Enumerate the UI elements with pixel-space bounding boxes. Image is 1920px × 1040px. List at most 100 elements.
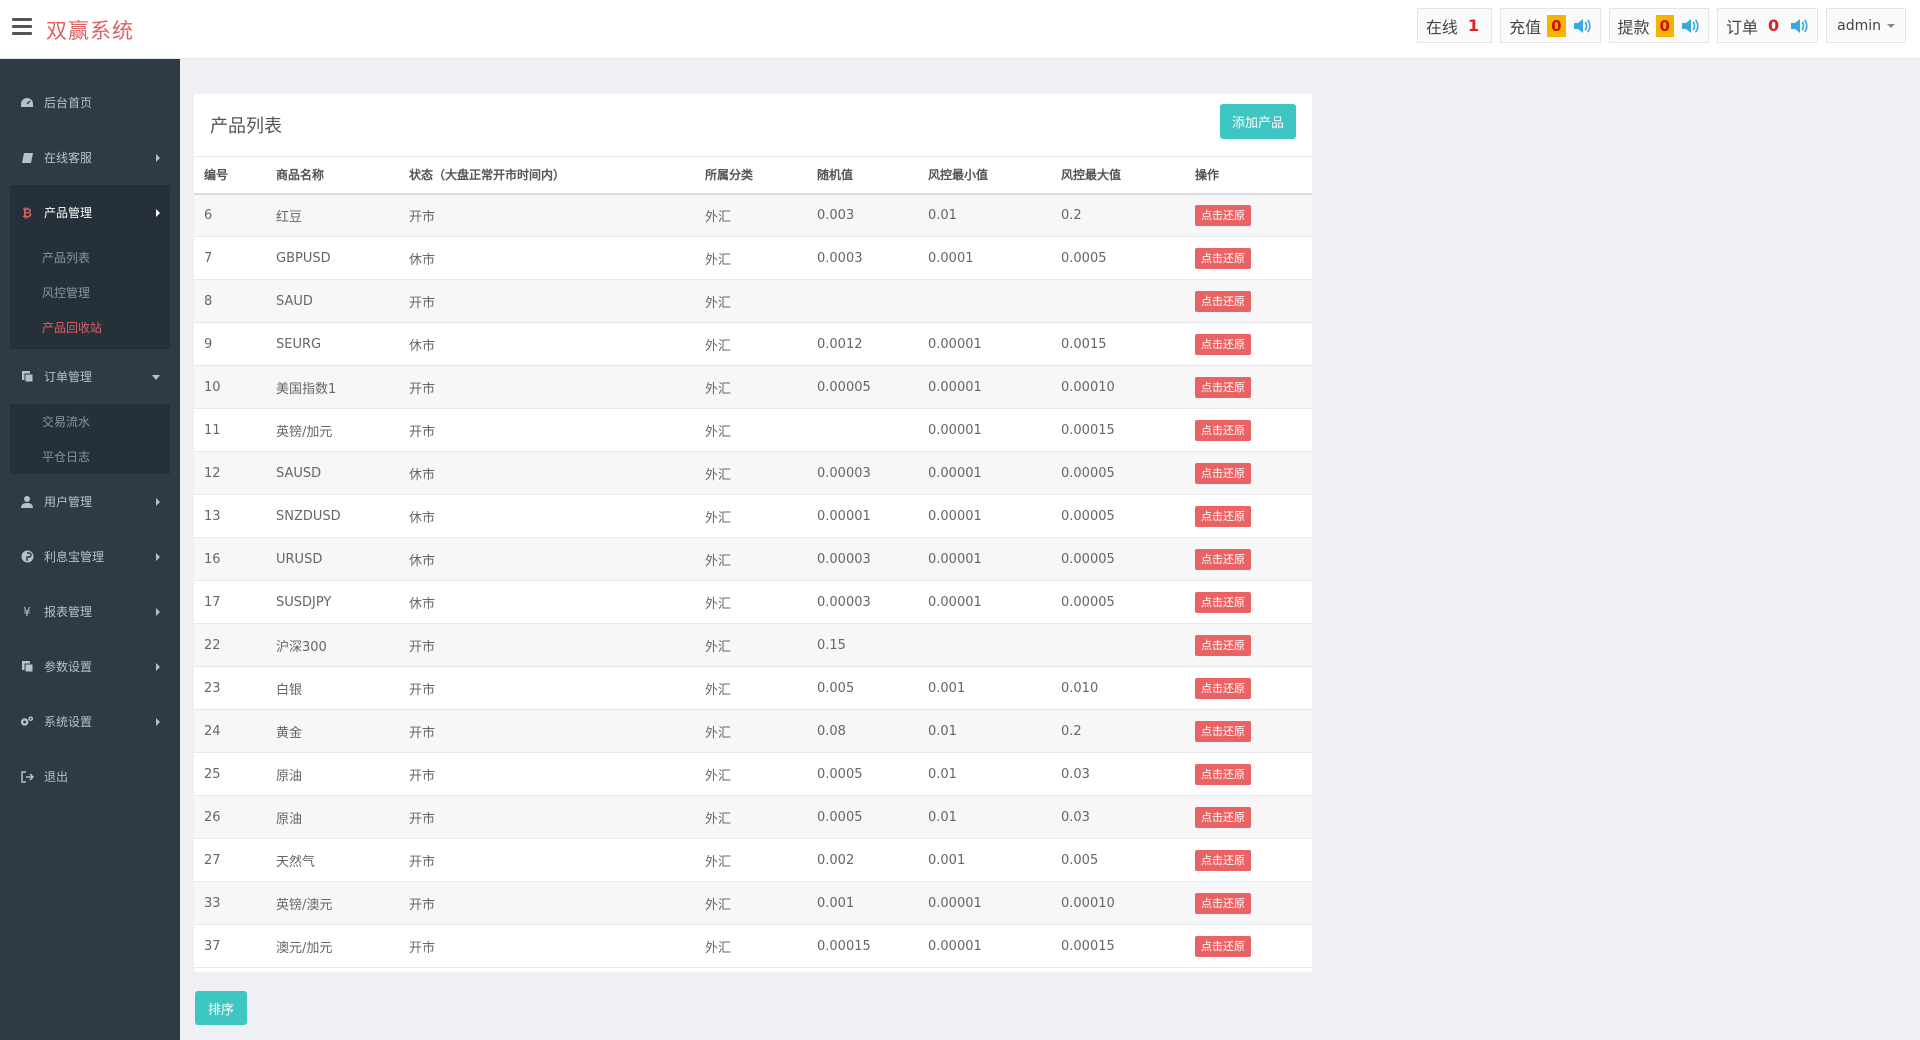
cell-name: SAUD bbox=[266, 279, 399, 323]
column-header-risk-max[interactable]: 风控最大值 bbox=[1051, 156, 1185, 195]
user-name: admin bbox=[1837, 17, 1881, 34]
restore-button[interactable]: 点击还原 bbox=[1195, 935, 1251, 957]
restore-button[interactable]: 点击还原 bbox=[1195, 204, 1251, 226]
cell-category: 外汇 bbox=[695, 838, 807, 882]
cell-id: 7 bbox=[194, 236, 266, 280]
cell-id: 24 bbox=[194, 709, 266, 753]
column-header-id[interactable]: 编号 bbox=[194, 156, 266, 195]
cell-random: 0.00003 bbox=[807, 537, 918, 581]
sidebar-item-users[interactable]: 用户管理 bbox=[0, 474, 180, 529]
sort-button[interactable]: 排序 bbox=[195, 991, 248, 1025]
cell-category: 外汇 bbox=[695, 193, 807, 237]
restore-button[interactable]: 点击还原 bbox=[1195, 806, 1251, 828]
restore-button[interactable]: 点击还原 bbox=[1195, 763, 1251, 785]
table-header-row: 编号 商品名称 状态（大盘正常开市时间内） 所属分类 随机值 风控最小值 风控最… bbox=[194, 156, 1312, 195]
restore-button[interactable]: 点击还原 bbox=[1195, 462, 1251, 484]
chevron-right-icon bbox=[156, 153, 160, 162]
cell-action: 点击还原 bbox=[1185, 365, 1312, 409]
table-row: 8 SAUD 开市 外汇 点击还原 bbox=[194, 279, 1312, 323]
table-row: 33 英镑/澳元 开市 外汇 0.001 0.00001 0.00010 点击还原 bbox=[194, 881, 1312, 925]
sidebar-subitem-product-recycle[interactable]: 产品回收站 bbox=[10, 310, 170, 345]
cell-random: 0.0005 bbox=[807, 752, 918, 796]
cell-risk-max: 0.00010 bbox=[1051, 881, 1185, 925]
cell-risk-min: 0.00001 bbox=[918, 580, 1051, 624]
restore-button[interactable]: 点击还原 bbox=[1195, 634, 1251, 656]
cell-random: 0.005 bbox=[807, 666, 918, 710]
restore-button[interactable]: 点击还原 bbox=[1195, 290, 1251, 312]
user-menu[interactable]: admin bbox=[1826, 8, 1906, 43]
cell-action: 点击还原 bbox=[1185, 451, 1312, 495]
chevron-right-icon bbox=[156, 717, 160, 726]
restore-button[interactable]: 点击还原 bbox=[1195, 505, 1251, 527]
cell-id: 9 bbox=[194, 322, 266, 366]
top-bar: 双赢系统 在线 1 充值 0 提款 0 订单 0 admin bbox=[0, 0, 1920, 59]
restore-button[interactable]: 点击还原 bbox=[1195, 548, 1251, 570]
column-header-status[interactable]: 状态（大盘正常开市时间内） bbox=[399, 156, 695, 195]
sidebar-subitem-product-list[interactable]: 产品列表 bbox=[10, 240, 170, 275]
restore-button[interactable]: 点击还原 bbox=[1195, 419, 1251, 441]
sidebar-item-interest[interactable]: 利息宝管理 bbox=[0, 529, 180, 584]
cell-risk-max: 0.010 bbox=[1051, 666, 1185, 710]
column-header-name[interactable]: 商品名称 bbox=[266, 156, 399, 195]
cell-status: 开市 bbox=[399, 838, 695, 882]
cell-risk-min: 0.01 bbox=[918, 709, 1051, 753]
restore-button[interactable]: 点击还原 bbox=[1195, 333, 1251, 355]
speaker-icon[interactable] bbox=[1680, 17, 1700, 35]
online-stat[interactable]: 在线 1 bbox=[1416, 8, 1493, 43]
menu-toggle-icon[interactable] bbox=[12, 18, 32, 36]
restore-button[interactable]: 点击还原 bbox=[1195, 376, 1251, 398]
cell-category: 外汇 bbox=[695, 236, 807, 280]
sidebar-item-support[interactable]: 在线客服 bbox=[0, 130, 180, 185]
copy-icon bbox=[20, 660, 34, 674]
sidebar-item-system[interactable]: 系统设置 bbox=[0, 694, 180, 749]
withdraw-count: 0 bbox=[1655, 14, 1674, 37]
column-header-category[interactable]: 所属分类 bbox=[695, 156, 807, 195]
restore-button[interactable]: 点击还原 bbox=[1195, 677, 1251, 699]
sidebar-subitem-risk-control[interactable]: 风控管理 bbox=[10, 275, 170, 310]
restore-button[interactable]: 点击还原 bbox=[1195, 892, 1251, 914]
recharge-stat[interactable]: 充值 0 bbox=[1500, 8, 1601, 43]
sidebar-item-label: 后台首页 bbox=[44, 96, 93, 110]
speaker-icon[interactable] bbox=[1572, 17, 1592, 35]
cell-risk-min: 0.00001 bbox=[918, 494, 1051, 538]
orders-stat[interactable]: 订单 0 bbox=[1716, 8, 1819, 43]
cell-risk-max bbox=[1051, 623, 1185, 667]
cell-id: 6 bbox=[194, 193, 266, 237]
column-header-random[interactable]: 随机值 bbox=[807, 156, 918, 195]
book-icon bbox=[20, 151, 34, 165]
table-row: 25 原油 开市 外汇 0.0005 0.01 0.03 点击还原 bbox=[194, 752, 1312, 796]
restore-button[interactable]: 点击还原 bbox=[1195, 720, 1251, 742]
sidebar-item-label: 产品管理 bbox=[44, 206, 93, 220]
cell-category: 外汇 bbox=[695, 494, 807, 538]
add-product-button[interactable]: 添加产品 bbox=[1219, 104, 1296, 139]
cell-risk-max: 0.03 bbox=[1051, 752, 1185, 796]
restore-button[interactable]: 点击还原 bbox=[1195, 591, 1251, 613]
sign-out-icon bbox=[20, 770, 34, 784]
cell-status: 开市 bbox=[399, 924, 695, 968]
cell-name: 白银 bbox=[266, 666, 399, 710]
sidebar-item-orders[interactable]: 订单管理 bbox=[0, 349, 180, 404]
sidebar-item-logout[interactable]: 退出 bbox=[0, 749, 180, 804]
cell-id: 37 bbox=[194, 924, 266, 968]
sidebar-item-reports[interactable]: ¥ 报表管理 bbox=[0, 584, 180, 639]
cell-name: 澳元/加元 bbox=[266, 924, 399, 968]
speaker-icon[interactable] bbox=[1789, 17, 1809, 35]
sidebar-item-products[interactable]: ₿ 产品管理 bbox=[10, 185, 170, 240]
cell-risk-max: 0.00015 bbox=[1051, 924, 1185, 968]
restore-button[interactable]: 点击还原 bbox=[1195, 849, 1251, 871]
cell-category: 外汇 bbox=[695, 709, 807, 753]
cell-random: 0.0003 bbox=[807, 236, 918, 280]
cell-id: 8 bbox=[194, 279, 266, 323]
sidebar-item-params[interactable]: 参数设置 bbox=[0, 639, 180, 694]
sidebar-subitem-close-log[interactable]: 平仓日志 bbox=[10, 439, 170, 474]
withdraw-stat[interactable]: 提款 0 bbox=[1608, 8, 1709, 43]
cell-action: 点击还原 bbox=[1185, 408, 1312, 452]
table-row: 6 红豆 开市 外汇 0.003 0.01 0.2 点击还原 bbox=[194, 193, 1312, 237]
sidebar-subitem-trade-flow[interactable]: 交易流水 bbox=[10, 404, 170, 439]
column-header-risk-min[interactable]: 风控最小值 bbox=[918, 156, 1051, 195]
sidebar-item-home[interactable]: 后台首页 bbox=[0, 75, 180, 130]
restore-button[interactable]: 点击还原 bbox=[1195, 247, 1251, 269]
cell-name: 原油 bbox=[266, 795, 399, 839]
cell-risk-min: 0.00001 bbox=[918, 408, 1051, 452]
cell-action: 点击还原 bbox=[1185, 709, 1312, 753]
